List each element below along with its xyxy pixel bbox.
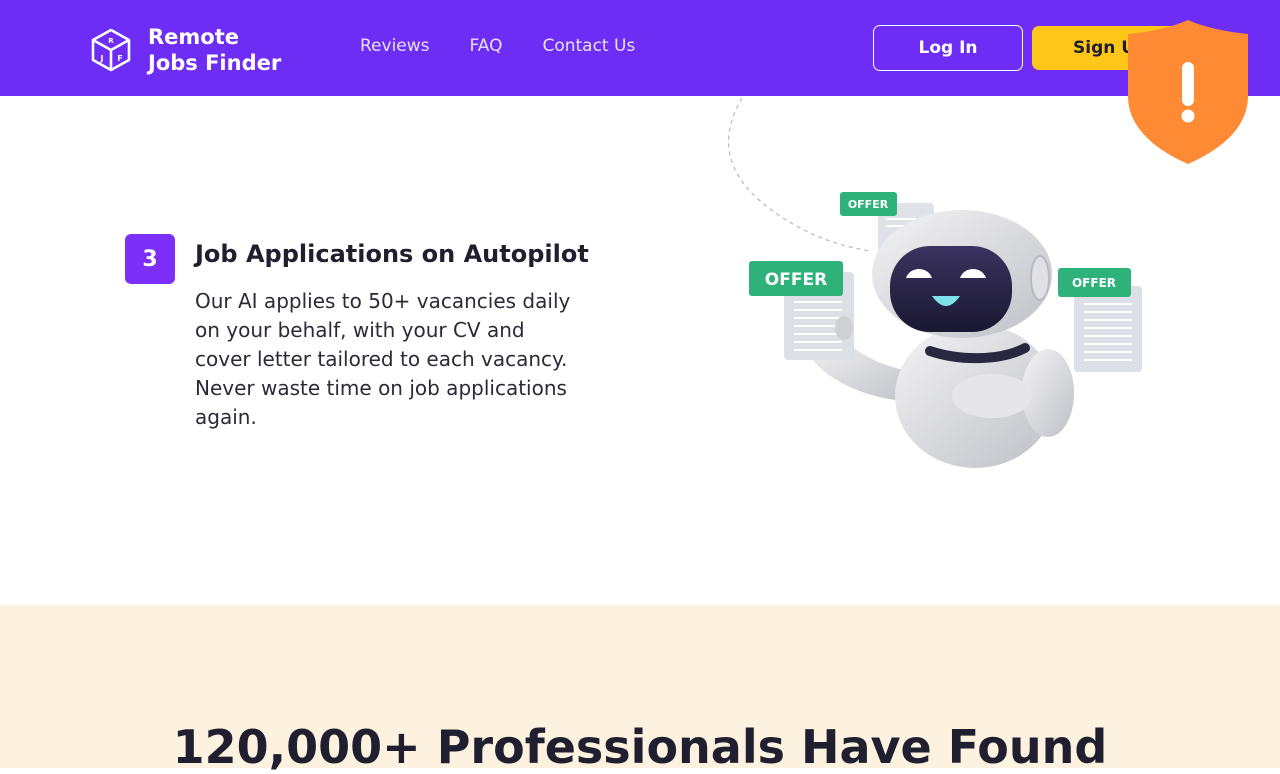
brand-name: Remote Jobs Finder <box>148 24 281 76</box>
nav-link-reviews[interactable]: Reviews <box>360 36 430 56</box>
robot-illustration: OFFER OFFER OFFER <box>727 97 1142 468</box>
top-navbar: R J F Remote Jobs Finder Reviews FAQ Con… <box>0 0 1280 96</box>
step-number-badge: 3 <box>125 234 175 284</box>
brand-logo[interactable]: R J F Remote Jobs Finder <box>88 24 281 76</box>
stats-heading: 120,000+ Professionals Have Found <box>172 720 1108 774</box>
svg-text:R: R <box>108 37 114 45</box>
svg-text:J: J <box>100 54 104 63</box>
nav-link-faq[interactable]: FAQ <box>470 36 503 56</box>
cube-logo-icon: R J F <box>91 28 131 72</box>
brand-name-line2: Jobs Finder <box>148 51 282 75</box>
step-description: Our AI applies to 50+ vacancies daily on… <box>195 289 571 429</box>
login-button[interactable]: Log In <box>873 25 1023 71</box>
step-title: Job Applications on Autopilot <box>195 240 589 268</box>
offer-tag-top: OFFER <box>848 198 889 211</box>
svg-text:F: F <box>117 54 122 63</box>
brand-name-line1: Remote <box>148 25 240 49</box>
offer-tag-right: OFFER <box>1072 276 1116 290</box>
nav-link-contact-us[interactable]: Contact Us <box>542 36 635 56</box>
main-nav: Reviews FAQ Contact Us <box>360 36 675 56</box>
offer-tag-left: OFFER <box>765 270 827 290</box>
